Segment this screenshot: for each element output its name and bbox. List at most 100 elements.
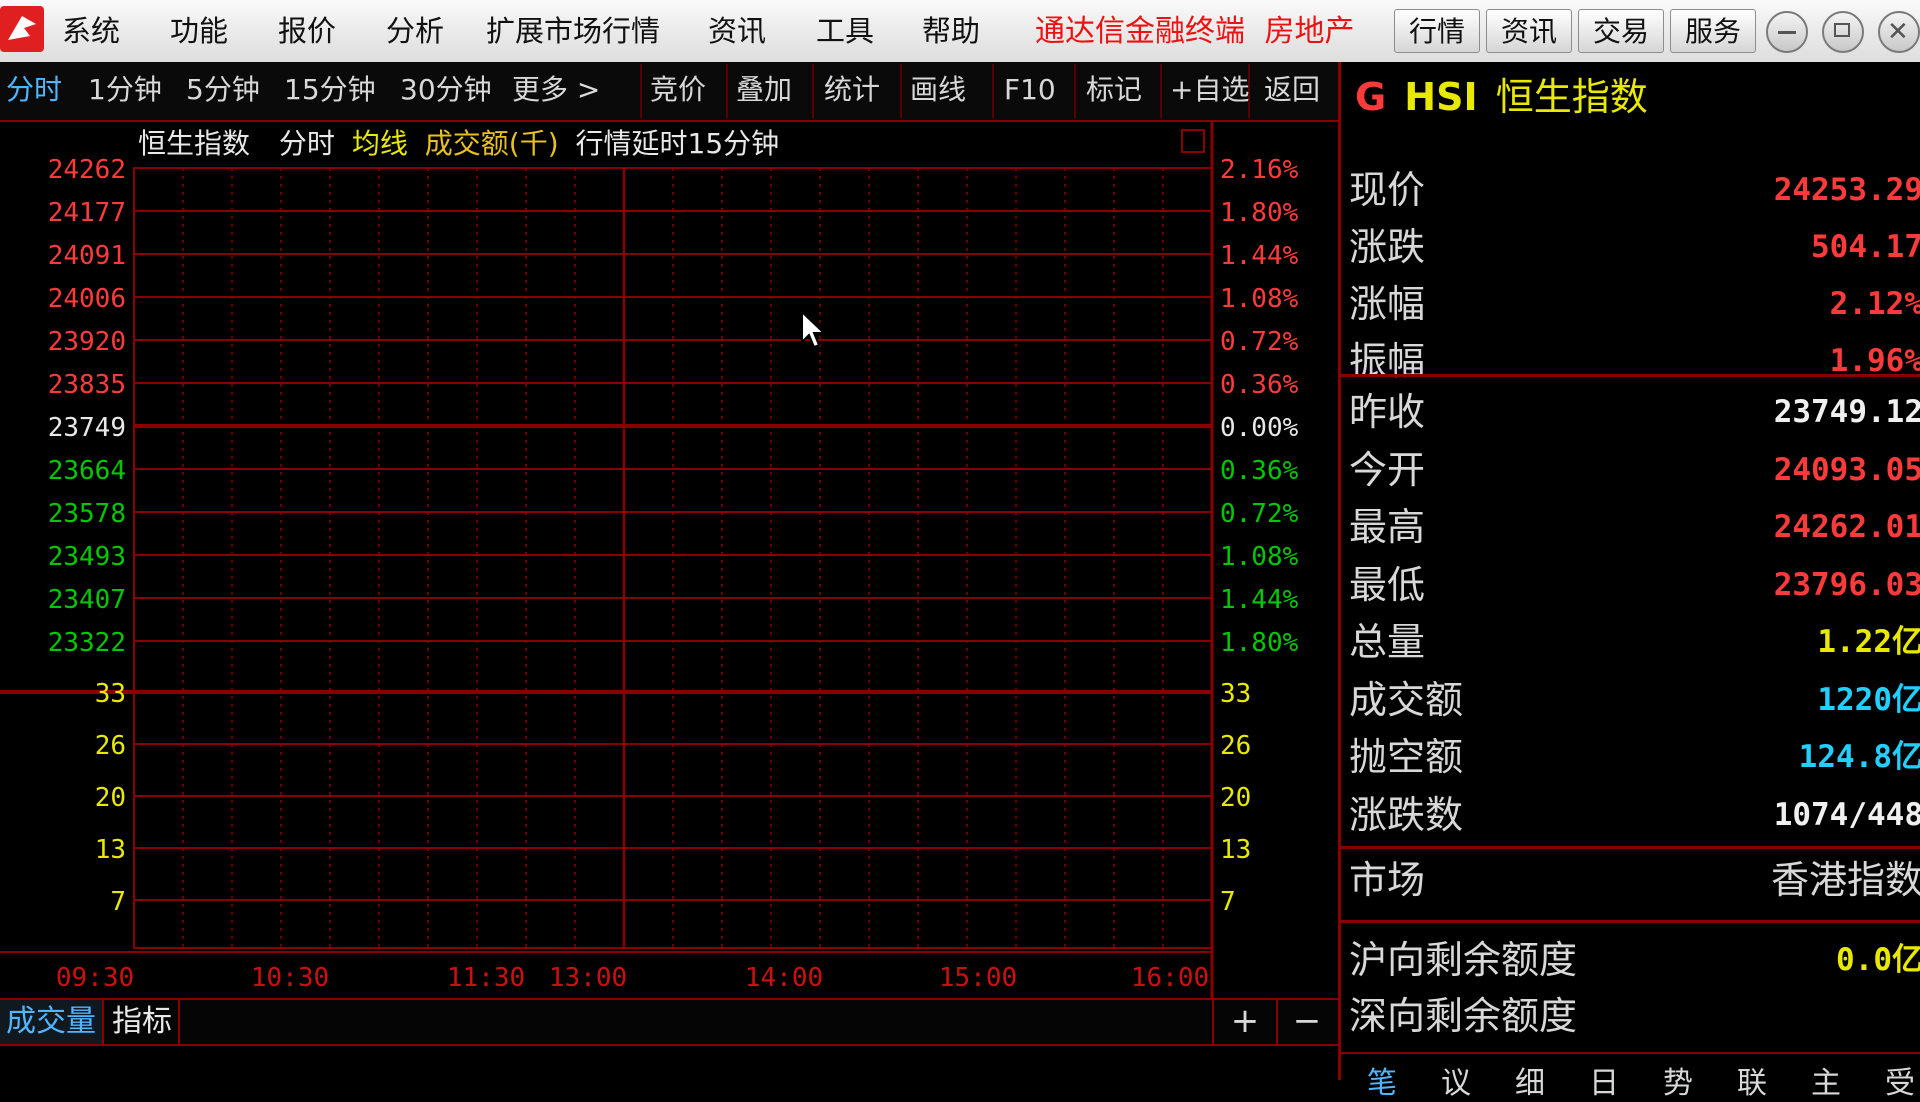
price-tick-label: 23664 [48,456,126,486]
toolbar-action-5[interactable]: 标记 [1086,62,1142,120]
pct-tick-label: 0.36% [1220,370,1299,400]
quote-panel-tab-0[interactable]: 笔 [1367,1058,1397,1102]
quote-panel-tabs: 笔议细日势联主受 [1341,1052,1920,1101]
top-button-1[interactable]: 资讯 [1486,9,1572,53]
toolbar-action-4[interactable]: F10 [1004,62,1056,120]
quote-row-mid-7: 涨跌数 1074/448 [1341,787,1920,843]
price-tick-label: 23322 [48,628,126,658]
close-icon[interactable]: ✕ [1878,11,1920,53]
time-tick-label: 16:00 [1131,963,1209,993]
chart-corner-toggle-icon [1181,129,1205,153]
quote-panel-tab-6[interactable]: 主 [1811,1058,1841,1102]
toolbar-action-6[interactable]: +自选 [1170,62,1249,120]
mouse-cursor-icon [801,310,826,349]
quote-panel-tab-4[interactable]: 势 [1663,1058,1693,1102]
toolbar-action-1[interactable]: 叠加 [736,62,792,120]
quote-row-mid-5-label: 成交额 [1349,677,1464,722]
menu-item-2[interactable]: 报价 [278,0,336,62]
price-tick-label: 23920 [48,327,126,357]
brand-name: 通达信金融终端 [1035,14,1245,49]
price-tick-label: 24177 [48,198,126,228]
pct-tick-label: 1.44% [1220,585,1299,615]
quote-row-top-3-value: 1.96% [1829,343,1920,379]
market-value: 香港指数 [1770,858,1920,902]
volume-tick-label-right: 20 [1220,783,1251,813]
time-tick-label: 09:30 [56,963,134,993]
period-toolbar: 分时 1分钟 5分钟 15分钟 30分钟 更多 > 竞价 叠加 统计 画线 F10 标记 +自选 返回 [0,62,1338,122]
volume-tick-label: 33 [95,679,126,709]
quote-panel-tab-5[interactable]: 联 [1737,1058,1767,1102]
maximize-icon[interactable] [1822,11,1864,53]
quote-row-mid-4-label: 总量 [1349,620,1426,664]
time-tick-label: 10:30 [251,963,329,993]
quota-row-0-value: 0.0亿 [1836,942,1920,978]
indicator-tab-bar: 成交量 指标 + − [0,998,1338,1046]
chart-frame [133,167,1213,949]
menu-item-1[interactable]: 功能 [170,0,228,62]
price-tick-label: 24262 [48,155,126,185]
zoom-out-button[interactable]: − [1282,1000,1332,1044]
tab-volume[interactable]: 成交量 [0,1000,104,1044]
time-tick-label: 11:30 [447,963,525,993]
toolbar-separator [1074,64,1076,118]
quote-row-top-0: 现价 24253.29 [1341,162,1920,218]
chart-header-delay: 行情延时15分钟 [575,127,780,160]
quote-row-mid-1-label: 今开 [1349,447,1426,492]
price-tick-label: 24006 [48,284,126,314]
price-tick-label: 23493 [48,542,126,572]
period-tab-0[interactable]: 分时 [6,62,62,120]
minimize-icon[interactable] [1766,11,1808,53]
quote-row-mid-2-value: 24262.01 [1773,509,1920,545]
quote-panel-tab-2[interactable]: 细 [1515,1058,1545,1102]
quota-row-1: 深向剩余额度 [1341,988,1920,1044]
quote-panel-tab-3[interactable]: 日 [1589,1058,1619,1102]
toolbar-separator [726,64,728,118]
quote-panel: G HSI 恒生指数 现价 24253.29 涨跌 504.17 涨幅 2.12% 振幅 1.… [1338,62,1920,1101]
intraday-chart[interactable]: 24262 2.16% 24177 1.80% 24091 1.44% 24006 1.08%… [0,120,1338,998]
toolbar-separator [900,64,902,118]
menu-item-0[interactable]: 系统 [62,0,120,62]
price-tick-label: 23407 [48,585,126,615]
brand-tag: 房地产 [1264,14,1355,49]
tab-indicator[interactable]: 指标 [106,1000,180,1044]
quote-row-mid-3-value: 23796.03 [1773,566,1920,603]
quote-row-mid-4: 总量 1.22亿 [1341,614,1920,670]
app-logo-icon [0,6,44,52]
quote-row-mid-0: 昨收 23749.12 [1341,384,1920,440]
period-tab-5[interactable]: 更多 > [512,62,600,120]
menu-item-3[interactable]: 分析 [386,0,444,62]
volume-tick-label: 13 [95,835,126,865]
menu-item-4[interactable]: 扩展市场行情 [486,0,660,62]
top-button-0[interactable]: 行情 [1394,9,1480,53]
zoom-in-button[interactable]: + [1220,1000,1270,1044]
toolbar-action-2[interactable]: 统计 [824,62,880,120]
quote-panel-tab-1[interactable]: 议 [1441,1058,1471,1102]
top-button-2[interactable]: 交易 [1578,9,1664,53]
quote-separator [1341,374,1920,377]
period-tab-1[interactable]: 1分钟 [88,62,162,120]
quote-panel-tab-7[interactable]: 受 [1885,1058,1915,1102]
chart-header-amount: 成交额(千) [424,127,559,160]
period-tab-2[interactable]: 5分钟 [186,62,260,120]
chart-header-mode: 分时 [278,127,335,160]
pct-tick-label: 0.72% [1220,327,1299,357]
toolbar-action-7[interactable]: 返回 [1264,62,1320,120]
price-tick-label: 23835 [48,370,126,400]
market-label: 市场 [1349,858,1426,902]
toolbar-separator [992,64,994,118]
quote-row-top-2-value: 2.12% [1829,286,1920,322]
menu-item-7[interactable]: 帮助 [922,0,980,62]
volume-tick-label: 20 [95,783,126,813]
volume-tick-label-right: 33 [1220,679,1251,709]
period-tab-4[interactable]: 30分钟 [400,62,492,120]
pct-tick-label: 1.08% [1220,284,1299,314]
menu-item-5[interactable]: 资讯 [708,0,766,62]
quote-row-top-3-label: 振幅 [1349,339,1426,383]
top-button-3[interactable]: 服务 [1670,9,1756,53]
toolbar-action-3[interactable]: 画线 [910,62,966,120]
menu-item-6[interactable]: 工具 [816,0,874,62]
quote-name: 恒生指数 [1495,75,1648,119]
toolbar-action-0[interactable]: 竞价 [650,62,706,120]
period-tab-3[interactable]: 15分钟 [284,62,376,120]
toolbar-separator [640,64,642,118]
